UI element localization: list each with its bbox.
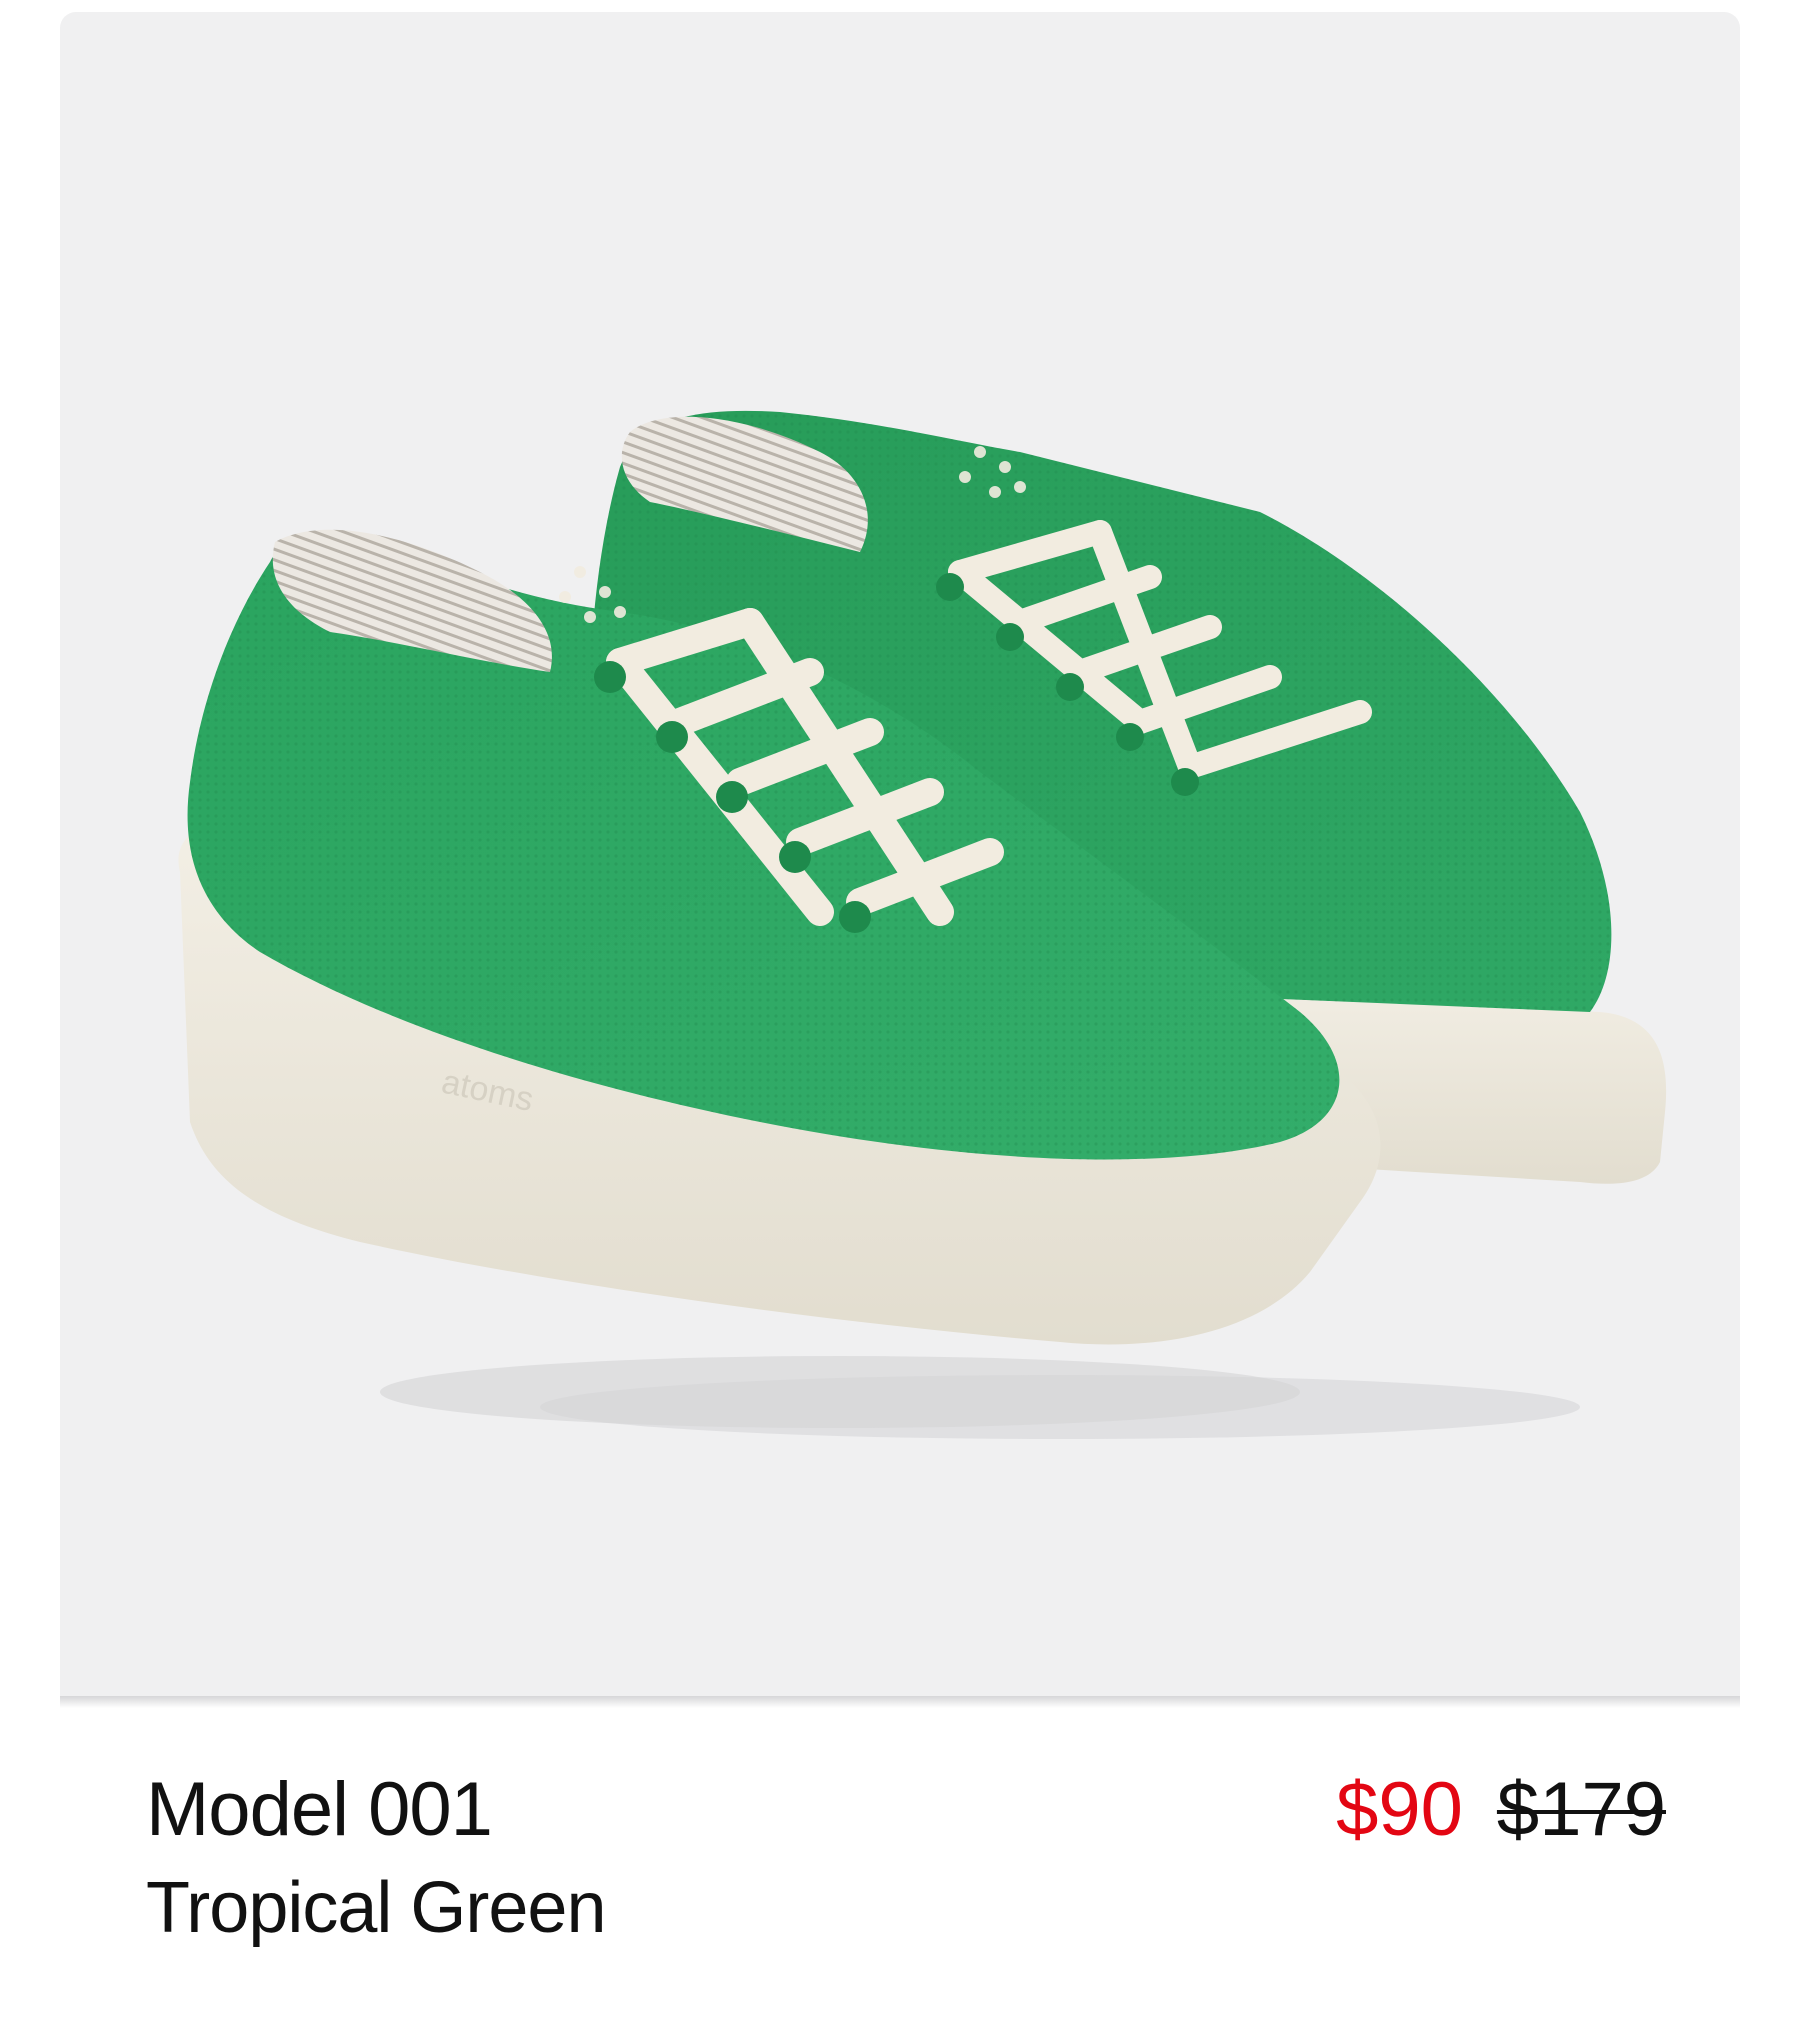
product-image[interactable]: atoms xyxy=(60,12,1740,1696)
original-price: $179 xyxy=(1496,1767,1666,1852)
product-info: Model 001 Tropical Green $90 $179 xyxy=(146,1765,1666,1985)
price-group: $90 $179 xyxy=(1336,1765,1666,1855)
product-color-name: Tropical Green xyxy=(146,1868,607,1948)
sale-price: $90 xyxy=(1336,1767,1463,1852)
image-divider xyxy=(60,1696,1740,1708)
product-card[interactable]: atoms Model 001 Tropical Green $90 $179 xyxy=(0,0,1800,2028)
sneaker-illustration: atoms xyxy=(178,410,1667,1439)
product-name[interactable]: Model 001 xyxy=(146,1765,493,1855)
